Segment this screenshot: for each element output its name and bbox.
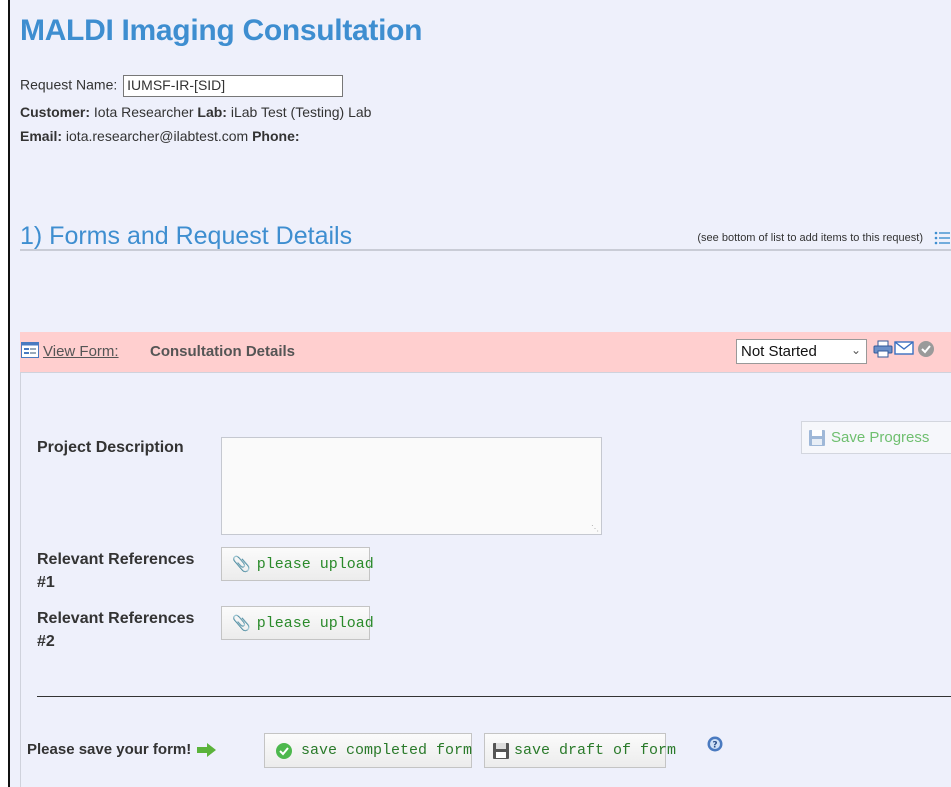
lab-value: iLab Test (Testing) Lab bbox=[230, 104, 372, 120]
upload-references-1-label: please upload bbox=[256, 555, 374, 573]
section-header: 1) Forms and Request Details (see bottom… bbox=[20, 222, 951, 251]
check-circle-icon[interactable] bbox=[917, 340, 935, 361]
form-icon bbox=[21, 342, 39, 361]
check-circle-icon bbox=[275, 742, 293, 760]
request-name-row: Request Name: IUMSF-IR-[SID] bbox=[20, 75, 344, 97]
form-divider bbox=[37, 696, 951, 697]
paperclip-icon: 📎 bbox=[232, 555, 251, 573]
help-icon[interactable]: ? bbox=[707, 736, 723, 755]
project-description-label: Project Description bbox=[37, 439, 184, 456]
section-title: 1) Forms and Request Details bbox=[20, 222, 353, 250]
references-2-label: Relevant References #2 bbox=[37, 607, 194, 653]
email-icon[interactable] bbox=[894, 340, 914, 359]
list-icon[interactable] bbox=[933, 229, 951, 250]
status-selected-value: Not Started bbox=[741, 343, 817, 360]
email-row: Email: iota.researcher@ilabtest.com Phon… bbox=[20, 128, 300, 144]
print-icon[interactable] bbox=[873, 340, 893, 361]
references-2-label-line1: Relevant References bbox=[37, 610, 195, 627]
references-2-label-line2: #2 bbox=[37, 633, 55, 650]
page-title: MALDI Imaging Consultation bbox=[20, 14, 423, 47]
save-prompt-text: Please save your form! bbox=[27, 741, 192, 758]
save-completed-form-label: save completed form bbox=[301, 742, 473, 759]
chevron-down-icon: ⌄ bbox=[850, 343, 861, 357]
upload-references-1-button[interactable]: 📎 please upload bbox=[221, 547, 374, 581]
resize-grip-icon[interactable]: ⋱ bbox=[591, 524, 599, 533]
references-1-label-line2: #1 bbox=[37, 574, 55, 591]
save-draft-label: save draft of form bbox=[514, 742, 677, 759]
project-description-textarea[interactable]: ⋱ bbox=[221, 437, 602, 535]
status-select[interactable]: Not Started ⌄ bbox=[736, 339, 867, 364]
customer-row: Customer: Iota Researcher Lab: iLab Test… bbox=[20, 104, 371, 120]
request-name-input[interactable]: IUMSF-IR-[SID] bbox=[123, 75, 344, 97]
arrow-right-icon bbox=[197, 743, 217, 758]
form-name: Consultation Details bbox=[150, 343, 296, 360]
section-hint: (see bottom of list to add items to this… bbox=[697, 232, 923, 244]
save-completed-form-button[interactable]: save completed form bbox=[264, 733, 472, 768]
form-body: Save Progress Project Description ⋱ Rele… bbox=[20, 372, 951, 787]
email-label: Email: bbox=[20, 128, 63, 144]
page-frame: MALDI Imaging Consultation Request Name:… bbox=[8, 0, 951, 787]
email-value: iota.researcher@ilabtest.com bbox=[65, 128, 249, 144]
customer-label: Customer: bbox=[20, 104, 91, 120]
save-draft-button[interactable]: save draft of form bbox=[484, 733, 676, 768]
references-1-label: Relevant References #1 bbox=[37, 548, 194, 594]
request-name-label: Request Name: bbox=[20, 76, 118, 93]
upload-references-2-button[interactable]: 📎 please upload bbox=[221, 606, 374, 640]
svg-text:?: ? bbox=[712, 741, 717, 751]
save-prompt: Please save your form! bbox=[27, 741, 217, 758]
phone-label: Phone: bbox=[252, 128, 300, 144]
references-1-label-line1: Relevant References bbox=[37, 551, 195, 568]
lab-label: Lab: bbox=[197, 104, 227, 120]
customer-value: Iota Researcher bbox=[93, 104, 194, 120]
save-progress-button[interactable]: Save Progress bbox=[801, 421, 951, 454]
upload-references-2-label: please upload bbox=[256, 614, 374, 632]
save-progress-label: Save Progress bbox=[831, 429, 930, 446]
floppy-icon bbox=[492, 742, 510, 760]
paperclip-icon: 📎 bbox=[232, 614, 251, 632]
form-header-bar: View Form: Consultation Details Not Star… bbox=[20, 332, 951, 372]
floppy-icon bbox=[808, 429, 826, 447]
view-form-link[interactable]: View Form: bbox=[43, 343, 119, 360]
